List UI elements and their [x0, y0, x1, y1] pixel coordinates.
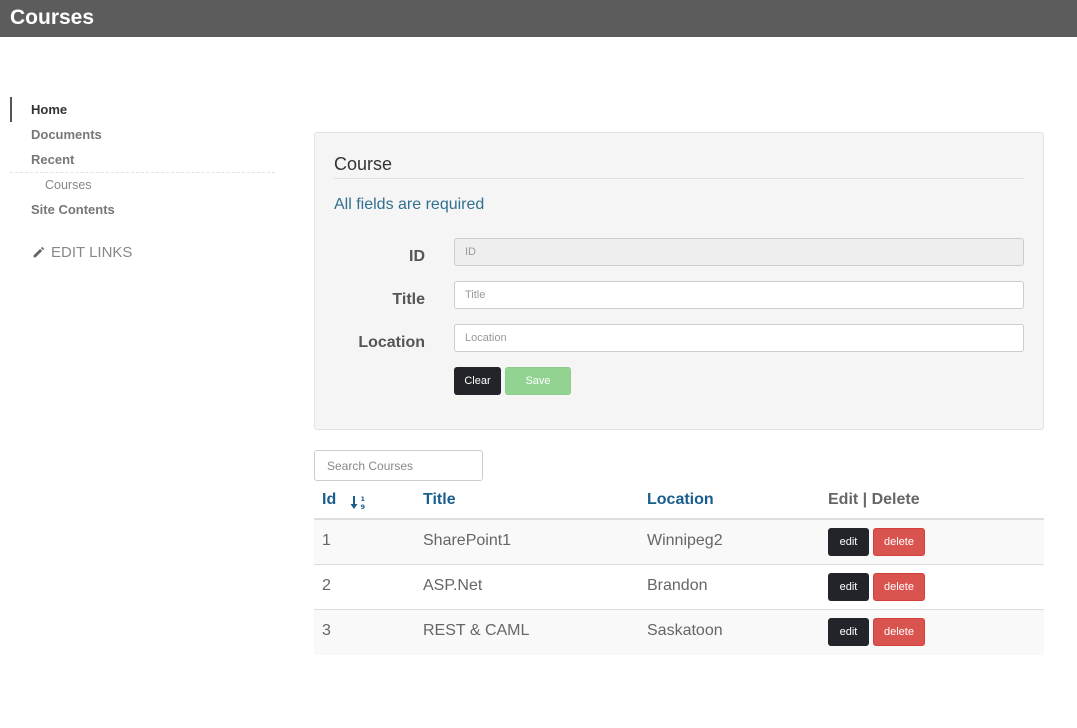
required-note: All fields are required: [334, 196, 485, 213]
nav-item-recent[interactable]: Recent: [10, 147, 275, 172]
cell-location: Brandon: [647, 577, 708, 594]
svg-text:1: 1: [361, 495, 366, 503]
table-row: 3 REST & CAML Saskatoon edit delete: [314, 610, 1044, 655]
nav-subitem-courses[interactable]: Courses: [10, 172, 275, 197]
table-row: 1 SharePoint1 Winnipeg2 edit delete: [314, 520, 1044, 565]
cell-title: REST & CAML: [423, 622, 530, 639]
suite-bar: Courses: [0, 0, 1077, 37]
courses-table: Id 1 9 Title Location Edit | Delete 1 Sh…: [314, 484, 1044, 655]
title-field[interactable]: [454, 281, 1024, 309]
nav-item-documents[interactable]: Documents: [10, 122, 275, 147]
id-field[interactable]: [454, 238, 1024, 266]
edit-button[interactable]: edit: [828, 573, 869, 601]
delete-button[interactable]: delete: [873, 618, 925, 646]
id-label: ID: [409, 248, 425, 265]
edit-links-button[interactable]: EDIT LINKS: [32, 244, 132, 261]
save-button[interactable]: Save: [505, 367, 571, 395]
cell-title: ASP.Net: [423, 577, 483, 594]
title-label: Title: [392, 291, 425, 308]
pencil-icon: [33, 246, 45, 258]
cell-location: Winnipeg2: [647, 532, 723, 549]
column-header-id[interactable]: Id 1 9: [322, 491, 366, 511]
quick-launch-nav: Home Documents Recent Courses Site Conte…: [10, 97, 275, 222]
delete-button[interactable]: delete: [873, 528, 925, 556]
nav-item-home[interactable]: Home: [10, 97, 275, 122]
course-form-panel: Course All fields are required ID Title …: [314, 132, 1044, 430]
cell-title: SharePoint1: [423, 532, 512, 549]
cell-id: 1: [322, 532, 331, 549]
column-header-id-label: Id: [322, 491, 337, 508]
location-field[interactable]: [454, 324, 1024, 352]
location-label: Location: [358, 334, 425, 351]
column-header-title[interactable]: Title: [423, 491, 456, 509]
search-courses-input[interactable]: [314, 450, 483, 481]
cell-id: 3: [322, 622, 331, 639]
clear-button[interactable]: Clear: [454, 367, 501, 395]
form-legend: Course: [334, 154, 1024, 179]
page-title: Courses: [10, 6, 95, 29]
column-header-location[interactable]: Location: [647, 491, 714, 509]
sort-numeric-asc-icon: 1 9: [350, 495, 366, 511]
edit-links-label: EDIT LINKS: [51, 244, 133, 261]
delete-button[interactable]: delete: [873, 573, 925, 601]
nav-item-site-contents[interactable]: Site Contents: [10, 197, 275, 222]
cell-id: 2: [322, 577, 331, 594]
table-header: Id 1 9 Title Location Edit | Delete: [314, 484, 1044, 520]
column-header-actions: Edit | Delete: [828, 491, 920, 508]
edit-button[interactable]: edit: [828, 528, 869, 556]
table-row: 2 ASP.Net Brandon edit delete: [314, 565, 1044, 610]
svg-text:9: 9: [361, 503, 366, 511]
cell-location: Saskatoon: [647, 622, 723, 639]
edit-button[interactable]: edit: [828, 618, 869, 646]
